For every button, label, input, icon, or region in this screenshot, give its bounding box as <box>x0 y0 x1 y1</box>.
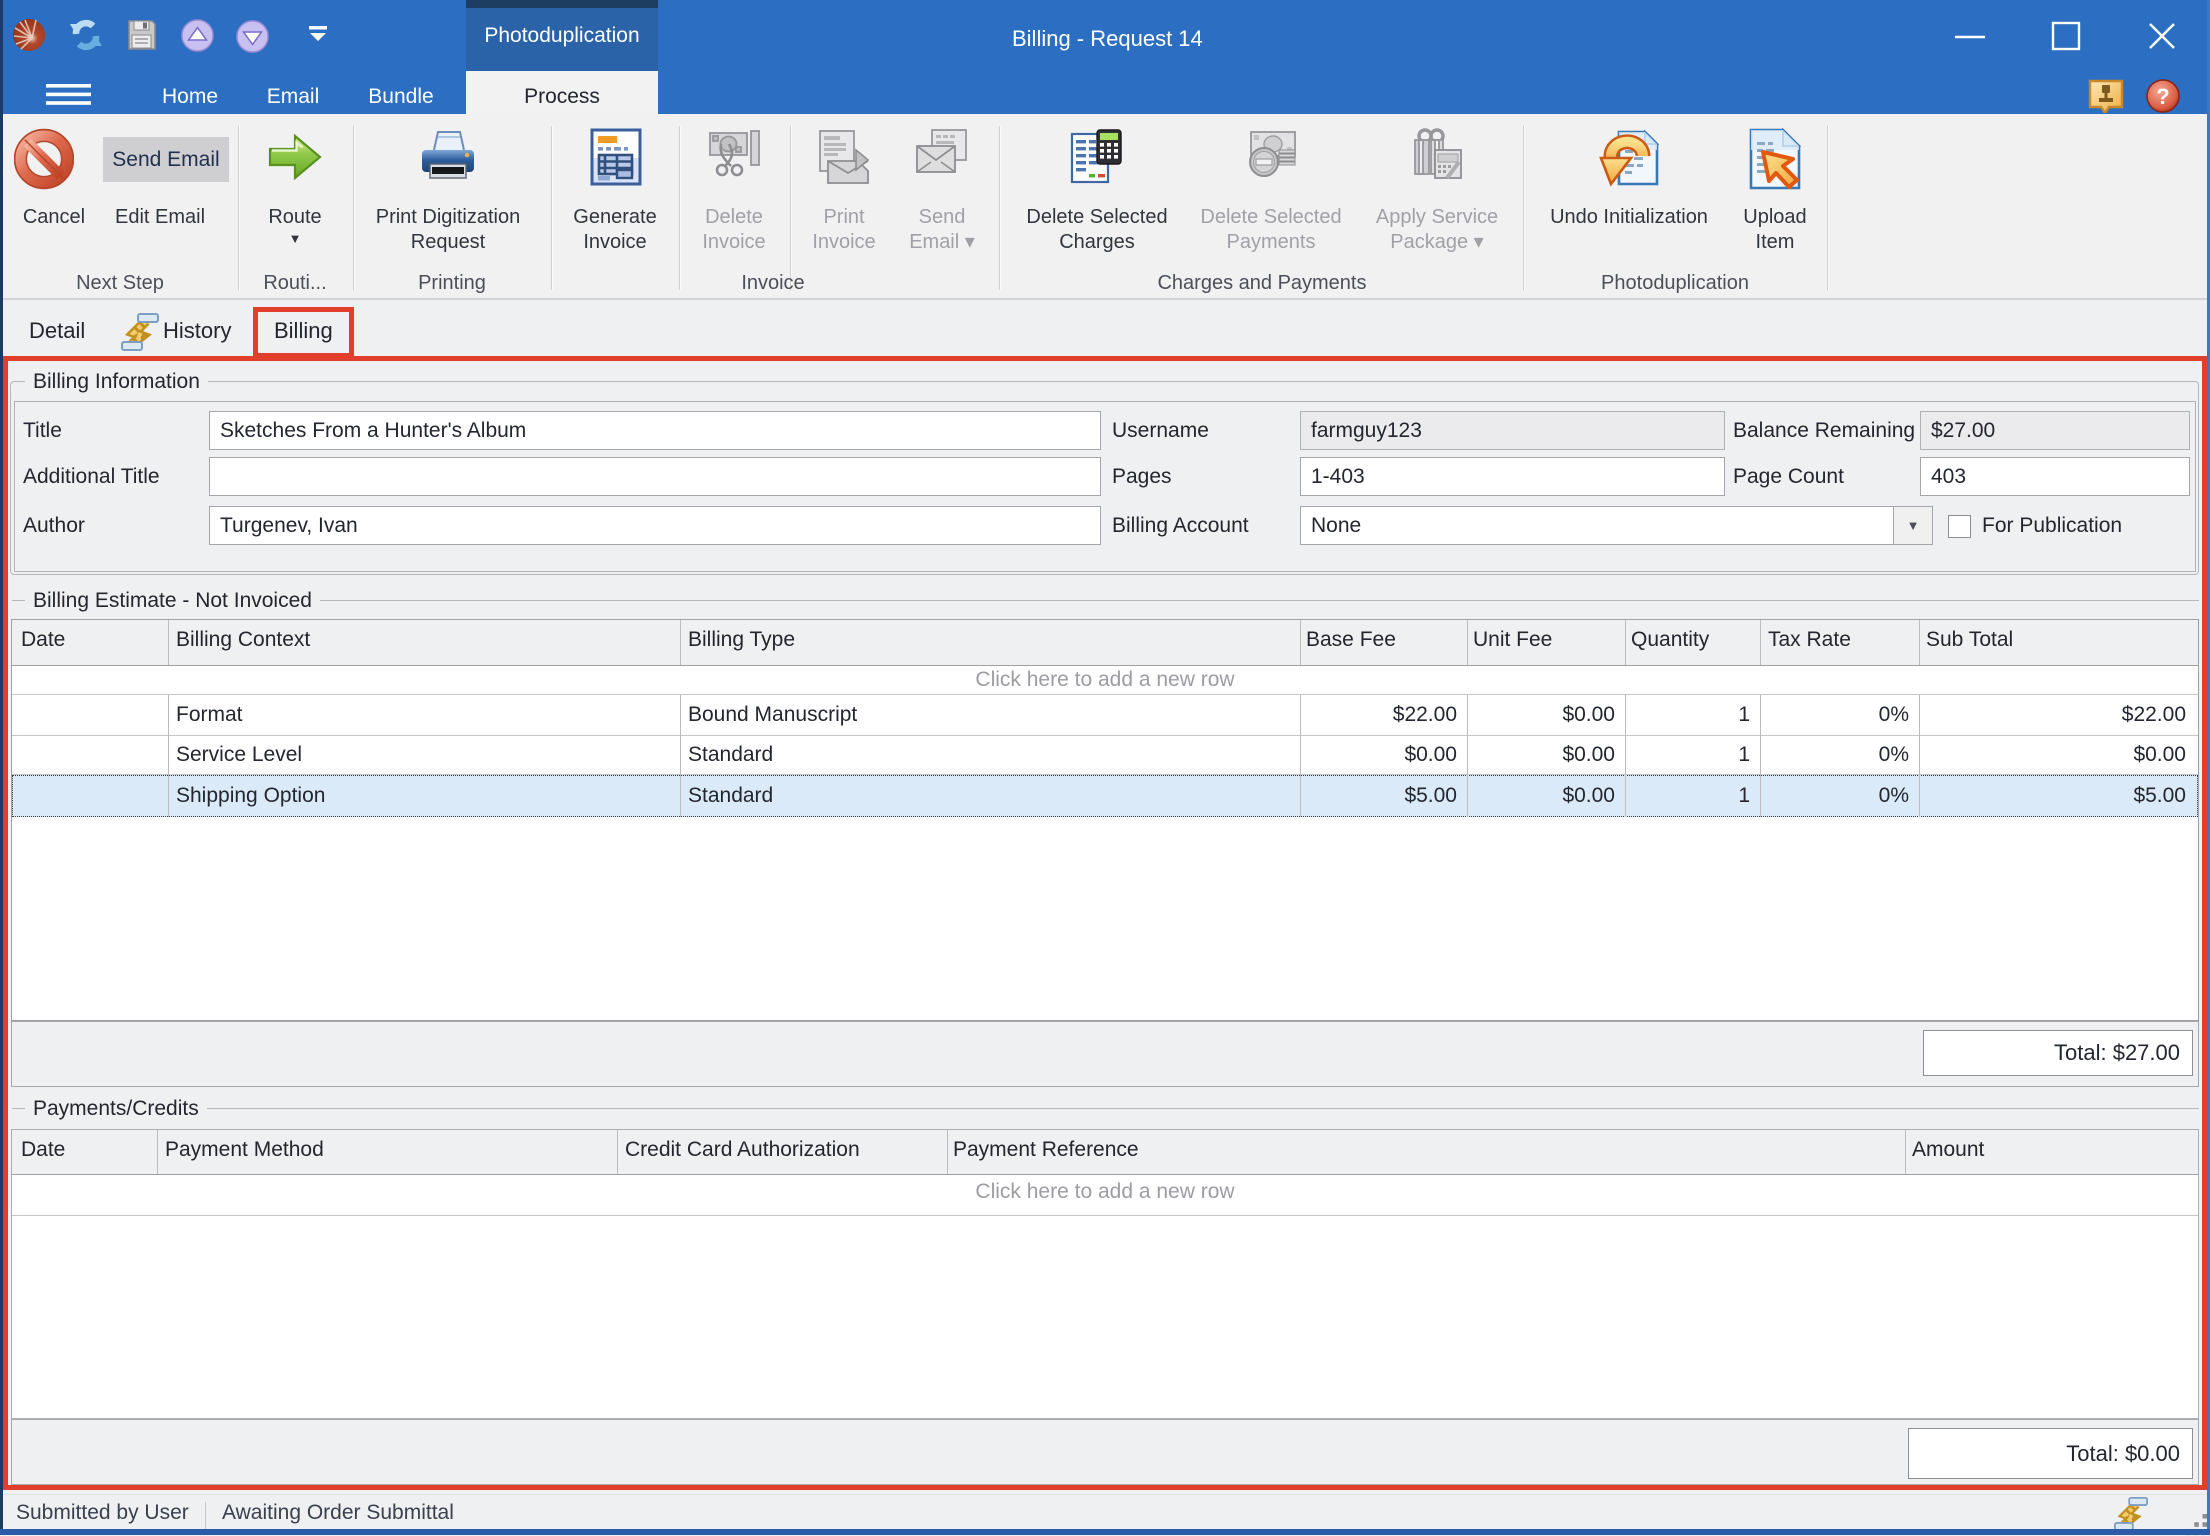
svg-text:?: ? <box>2156 84 2169 109</box>
